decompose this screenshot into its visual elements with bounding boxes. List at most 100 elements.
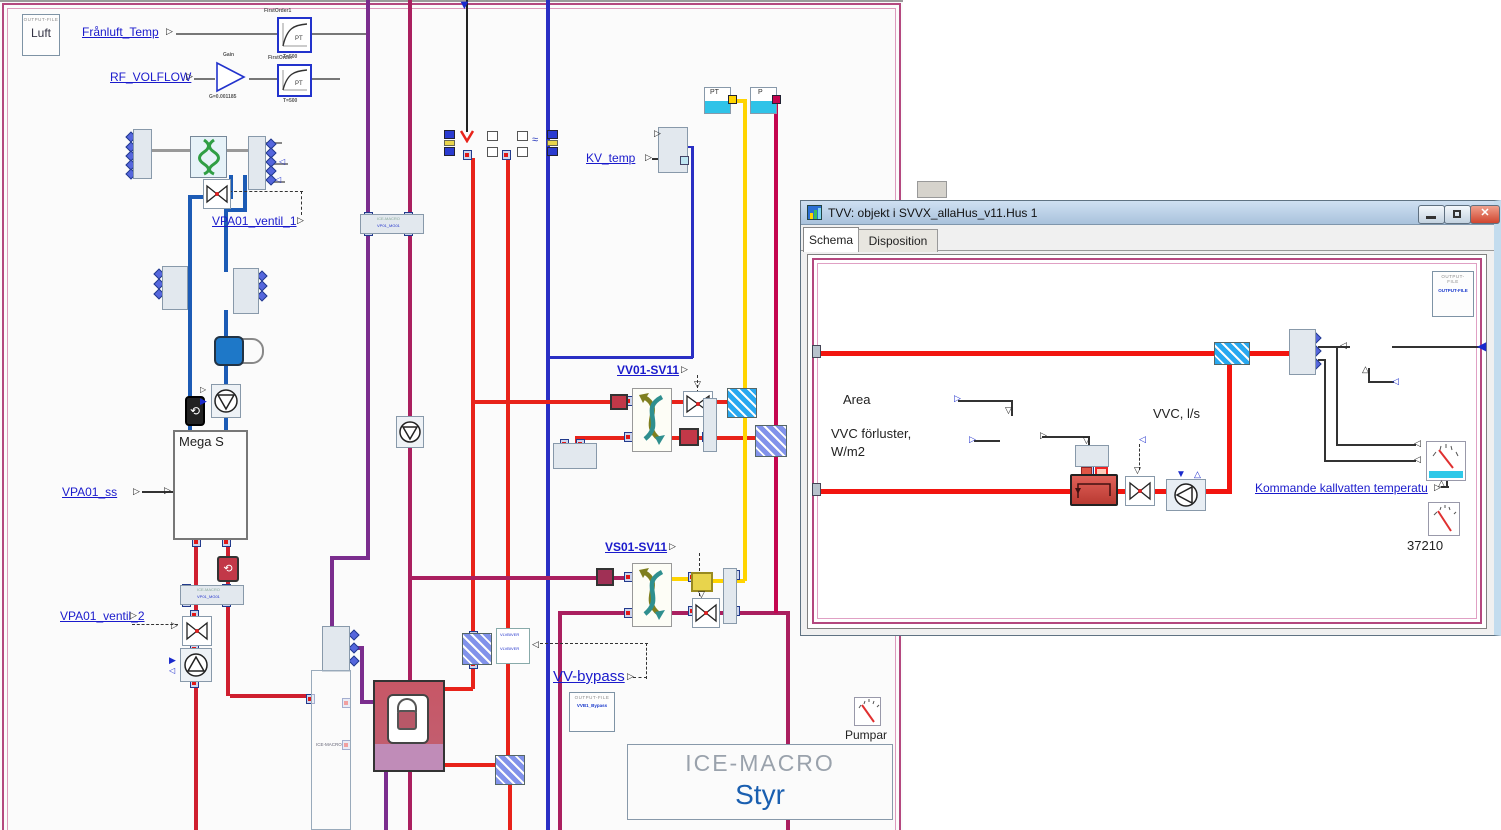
output-file-header: OUTPUT-FILE [570,695,614,700]
ice-macro-styr-box[interactable]: ICE-MACRO Styr [627,744,893,820]
vvc-forluster-label: VVC förluster, [831,426,911,441]
hx-vs01[interactable] [632,563,672,627]
macro-port-block-upper[interactable]: ICE-MACRO VP01_MG01 [360,214,424,234]
coil-block[interactable] [190,136,227,178]
flow-direction-triangle: ▼ [458,0,471,11]
red-check-block[interactable] [679,428,699,446]
pipe [366,0,370,216]
pipe [330,556,334,632]
boiler-unit[interactable] [373,680,445,772]
pump-dialog[interactable] [1166,479,1206,511]
pump-signal-triangle: ▶ [169,656,176,665]
tq-block[interactable] [1075,445,1109,467]
ice-macro-column[interactable]: ICE-MACRO [311,670,351,830]
connector-triangle: ▷ [166,27,173,36]
slim-block-vs01[interactable] [723,568,737,624]
tab-disposition-label: Disposition [869,234,928,248]
port-block-kv[interactable] [658,127,688,173]
valve-icon [693,599,719,627]
mega-s-unit[interactable]: Mega S [173,430,248,540]
connector-triangle: ◁ [1414,439,1421,448]
pipe [774,99,778,429]
pump-3[interactable] [396,416,424,448]
firstorder1-block[interactable]: PT [277,17,312,53]
maximize-icon [1453,210,1461,218]
macro-block-name: VP01_MG01 [377,224,400,228]
pipe [312,33,370,35]
pum­par-label: Pumpar [845,728,887,742]
pump-signal-triangle: ◁ [169,667,175,675]
firstorder2-block[interactable]: PT [277,64,312,97]
coil-icon [191,137,226,177]
slim-block-vv01[interactable] [703,398,717,452]
pt-port [728,95,737,104]
expansion-vessel[interactable] [214,336,244,366]
port-block-out[interactable] [248,136,266,190]
tab-disposition[interactable]: Disposition [858,229,938,252]
hx-plate-1[interactable] [462,633,492,665]
output-file-name: OUTPUT-FILE [1433,288,1473,293]
link-kv-temp[interactable]: KV_temp [586,151,635,165]
close-button[interactable]: ✕ [1470,205,1500,224]
vlv-row-2: VLVBIVER [500,647,519,651]
circulation-arrow-icon [1072,476,1116,504]
manifold-block[interactable]: ≈ [442,128,562,162]
temperature-gauge[interactable] [1426,441,1466,481]
pt-sensor-label: PT [710,89,719,97]
red-check-block[interactable]: ⟲ [217,556,239,582]
port-block-pmt-bottom[interactable] [322,626,350,672]
connector-triangle: ▽ [1005,406,1012,415]
red-check-block[interactable] [610,394,628,410]
valve-vs01[interactable] [692,598,720,628]
output-file-bypass[interactable]: OUTPUT-FILE VVB1_Bypass [569,692,615,732]
link-vs01-sv11[interactable]: VS01-SV11 [605,540,667,554]
pipe [1368,381,1394,383]
hx-plate-2[interactable] [495,755,525,785]
app-icon [807,205,822,220]
valve-vpa01-1[interactable] [203,179,231,209]
connector-triangle: ▷ [654,129,661,138]
link-vv-bypass[interactable]: VV-bypass [553,668,625,685]
pumpar-gauge[interactable] [854,697,881,726]
valve-icon [1126,477,1154,505]
valve-dialog[interactable] [1125,476,1155,506]
hx-plate-vv01[interactable] [727,388,757,418]
storage-tank[interactable] [1070,474,1118,506]
maximize-button[interactable] [1444,205,1471,224]
pump-2[interactable] [180,648,212,682]
meter-gauge[interactable] [1428,502,1460,536]
valve-vpa01-2[interactable] [182,616,212,646]
port-block-dialog[interactable] [1289,329,1316,375]
link-vv01-sv11[interactable]: VV01-SV11 [617,363,679,377]
vlv-block[interactable]: VLVBIVER VLVBIVER [496,628,530,664]
hx-vv01[interactable] [632,388,672,452]
pt-sensor[interactable]: PT [704,87,731,114]
flow-direction-triangle: ◀ [1477,340,1486,352]
link-kallvatten[interactable]: Kommande kallvatten temperatu [1255,481,1428,495]
link-vpa01-ss[interactable]: VPA01_ss [62,485,117,499]
macro-block-name: VP01_MG01 [197,595,220,599]
link-rf-volflow[interactable]: RF_VOLFLOW [110,70,191,84]
output-file-name: VVB1_Bypass [570,703,614,708]
output-file-luft[interactable]: OUTPUT-FILE Luft [22,14,60,56]
macro-port-block-lower[interactable]: ICE-MACRO VP01_MG01 [180,585,244,605]
maroon-check-block[interactable] [596,568,614,586]
link-vpa01-ventil-1[interactable]: VPA01_ventil_1 [212,214,297,228]
gain-block[interactable] [215,61,247,93]
pipe [743,99,747,581]
port-block-phtxw[interactable] [133,129,152,179]
minimize-button[interactable] [1418,205,1445,224]
pump-1[interactable] [211,384,241,418]
connector-triangle: ▽ [1134,466,1141,475]
pipe [1336,348,1338,446]
minimize-icon [1426,216,1436,219]
hx-plate-vv01b[interactable] [755,425,787,457]
port-block-pmt-b[interactable] [233,268,259,314]
port-block-pmt-a[interactable] [162,266,188,310]
tab-schema[interactable]: Schema [803,227,859,252]
link-franluft-temp[interactable]: Frånluft_Temp [82,25,159,39]
gauge-icon [1429,503,1459,535]
port-cluster-block[interactable] [553,443,597,469]
output-file-dialog[interactable]: OUTPUT-FILE OUTPUT-FILE [1432,271,1474,317]
hx-plate-dialog[interactable] [1214,342,1250,365]
